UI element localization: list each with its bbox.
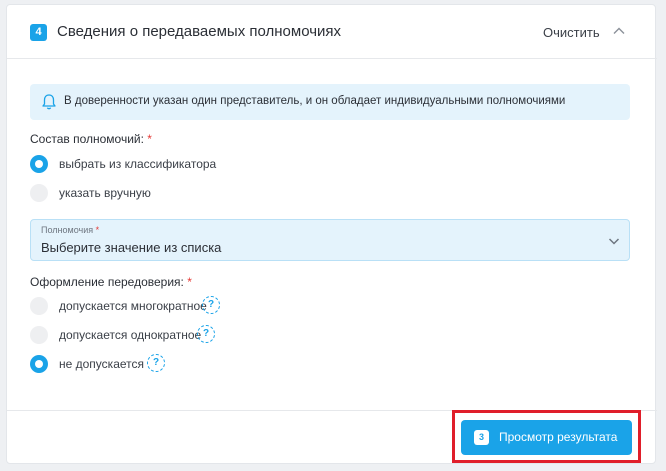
radio-option-label: не допускается: [59, 357, 144, 371]
powers-select-placeholder: Выберите значение из списка: [41, 240, 222, 255]
section-title: Сведения о передаваемых полномочиях: [57, 23, 342, 40]
powers-section-card: 4 Сведения о передаваемых полномочиях Оч…: [6, 4, 657, 464]
radio-button[interactable]: [30, 297, 48, 315]
radio-button[interactable]: [30, 184, 48, 202]
radio-option-label: выбрать из классификатора: [59, 157, 217, 171]
powers-composition-label: Состав полномочий: *: [30, 132, 152, 146]
view-result-button[interactable]: 3 Просмотр результата: [461, 420, 632, 455]
step-number-badge: 4: [30, 24, 47, 41]
help-icon[interactable]: ?: [197, 325, 215, 343]
bell-icon: [42, 94, 56, 110]
powers-select[interactable]: Полномочия * Выберите значение из списка: [30, 219, 630, 261]
info-banner-text: В доверенности указан один представитель…: [64, 95, 566, 107]
info-banner: В доверенности указан один представитель…: [30, 84, 630, 120]
subdelegation-label: Оформление передоверия: *: [30, 275, 192, 289]
help-icon[interactable]: ?: [147, 354, 165, 372]
view-result-label: Просмотр результата: [499, 430, 618, 444]
section-header: 4 Сведения о передаваемых полномочиях Оч…: [7, 5, 657, 59]
required-mark: *: [147, 132, 152, 146]
radio-option-label: допускается многократное: [59, 299, 207, 313]
radio-button[interactable]: [30, 326, 48, 344]
result-step-badge: 3: [474, 430, 489, 445]
required-mark: *: [95, 225, 100, 235]
chevron-down-icon[interactable]: [607, 234, 621, 248]
help-icon[interactable]: ?: [202, 296, 220, 314]
radio-button-checked[interactable]: [30, 155, 48, 173]
chevron-up-icon[interactable]: [611, 23, 627, 39]
radio-button-checked[interactable]: [30, 355, 48, 373]
clear-button[interactable]: Очистить: [543, 25, 600, 40]
powers-select-label: Полномочия *: [41, 225, 100, 235]
required-mark: *: [187, 275, 192, 289]
radio-option-label: допускается однократное: [59, 328, 202, 342]
radio-option-label: указать вручную: [59, 186, 151, 200]
